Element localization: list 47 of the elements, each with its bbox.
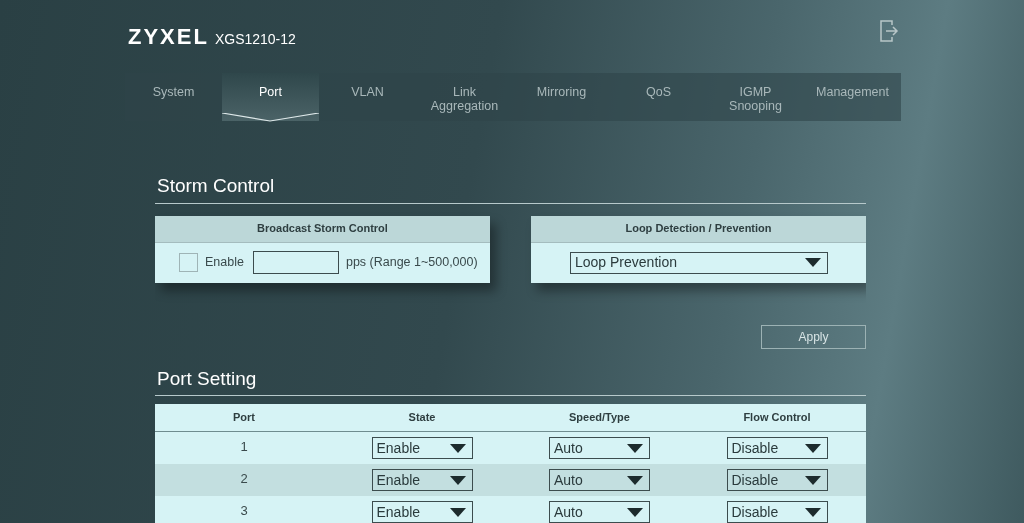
apply-button[interactable]: Apply	[761, 324, 866, 349]
section-title: Port Setting	[155, 364, 866, 396]
checkbox-label: Enable	[205, 254, 244, 272]
logo: ZYXEL	[128, 23, 209, 51]
port-number: 1	[239, 438, 249, 456]
port-number: 2	[239, 470, 249, 488]
caret-icon	[449, 443, 466, 453]
caret-icon	[449, 475, 466, 485]
nav-tab[interactable]: System	[125, 73, 222, 121]
column-header: Speed/Type	[568, 410, 631, 426]
panel-header: Loop Detection / Prevention	[531, 215, 866, 243]
logout-icon[interactable]	[879, 19, 899, 43]
model-name: XGS1210-12	[214, 30, 296, 49]
range-hint: pps (Range 1~500,000)	[345, 254, 478, 272]
nav-tab[interactable]: QoS	[610, 73, 707, 121]
port-number: 3	[239, 502, 249, 520]
caret-icon	[805, 258, 821, 267]
caret-icon	[627, 443, 643, 453]
nav-tab[interactable]: Management	[804, 73, 901, 121]
caret-icon	[627, 507, 643, 517]
dropdown[interactable]: Disable	[726, 501, 828, 523]
dropdown[interactable]: Enable	[371, 469, 473, 491]
nav-tab[interactable]: IGMP Snooping	[707, 73, 804, 121]
dropdown[interactable]: Auto	[549, 469, 650, 491]
dropdown[interactable]: Disable	[726, 437, 828, 459]
dropdown[interactable]: Disable	[726, 469, 828, 491]
dropdown[interactable]: Auto	[549, 437, 650, 459]
caret-icon	[449, 507, 466, 517]
dropdown[interactable]: Enable	[371, 501, 473, 523]
input-field[interactable]	[252, 251, 339, 274]
checkbox[interactable]	[179, 253, 198, 272]
caret-icon	[627, 475, 643, 485]
column-header: State	[407, 410, 437, 426]
panel-header: Broadcast Storm Control	[155, 215, 490, 243]
nav-tab[interactable]: Port	[222, 73, 319, 121]
dropdown[interactable]: Auto	[549, 501, 650, 523]
caret-icon	[804, 475, 821, 485]
section-title: Storm Control	[155, 172, 866, 204]
column-header: Port	[232, 410, 256, 426]
nav-tab[interactable]: VLAN	[319, 73, 416, 121]
caret-icon	[804, 507, 821, 517]
nav-tab[interactable]: Link Aggregation	[416, 73, 513, 121]
caret-icon	[804, 443, 821, 453]
dropdown[interactable]: Enable	[371, 437, 473, 459]
column-header: Flow Control	[742, 410, 812, 426]
nav-tab[interactable]: Mirroring	[513, 73, 610, 121]
dropdown[interactable]: Loop Prevention	[570, 251, 828, 274]
